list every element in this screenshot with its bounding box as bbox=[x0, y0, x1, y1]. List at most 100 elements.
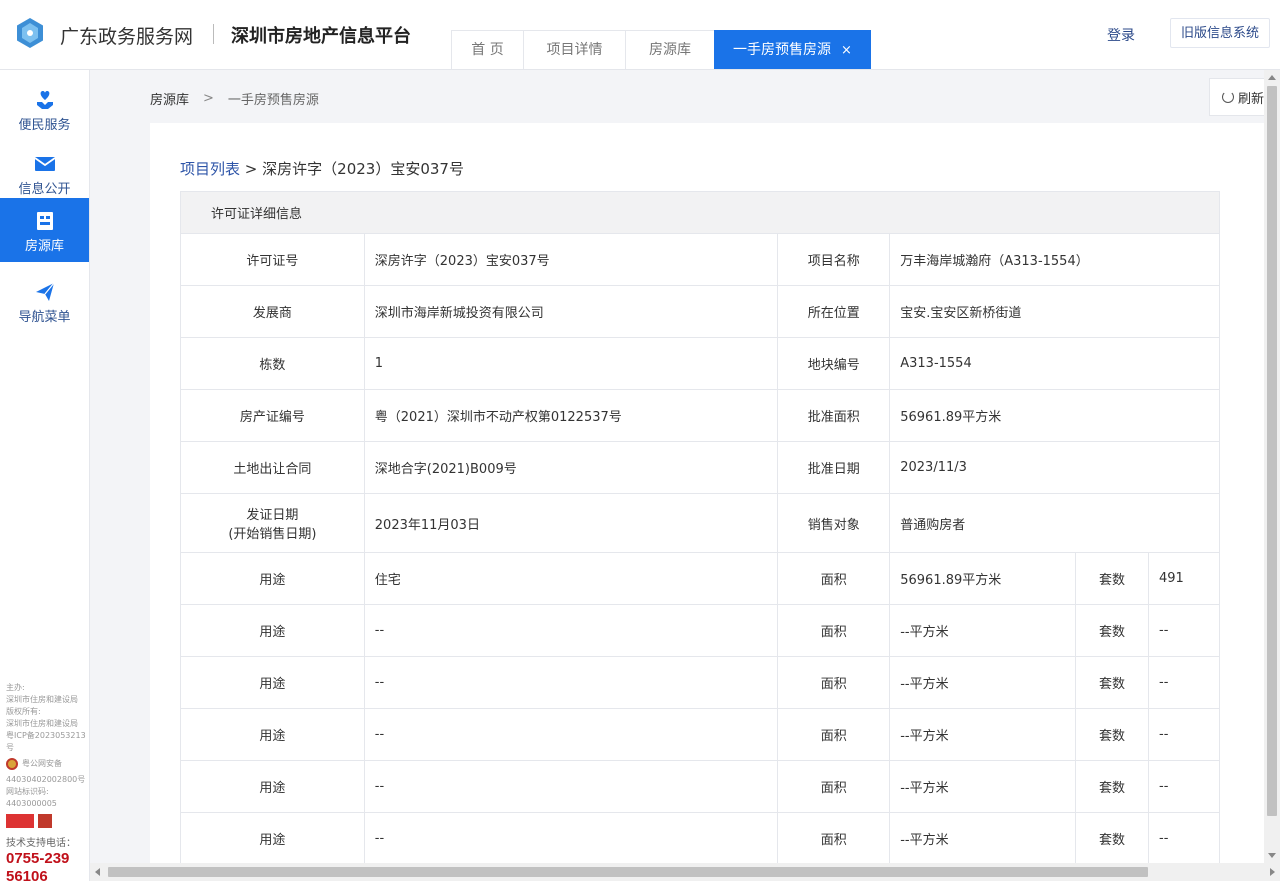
field-value: --平方米 bbox=[889, 604, 1077, 657]
field-label: 用途 bbox=[180, 604, 365, 657]
vertical-scroll-thumb[interactable] bbox=[1267, 86, 1277, 816]
field-value: --平方米 bbox=[889, 812, 1077, 865]
footer-line: 4403000005 bbox=[6, 799, 57, 808]
field-label: 面积 bbox=[777, 812, 891, 865]
field-value: -- bbox=[1148, 708, 1220, 761]
field-label: 用途 bbox=[180, 656, 365, 709]
field-value: -- bbox=[363, 812, 779, 865]
field-label: 栋数 bbox=[180, 337, 365, 390]
field-label: 面积 bbox=[777, 604, 891, 657]
sidebar-item-label: 便民服务 bbox=[18, 118, 71, 133]
usage-row: 用途 -- 面积 --平方米 套数 -- bbox=[180, 708, 1220, 761]
permit-title: 深房许字（2023）宝安037号 bbox=[262, 160, 464, 178]
usage-row: 用途 -- 面积 --平方米 套数 -- bbox=[180, 760, 1220, 813]
tab-listing-library[interactable]: 房源库 bbox=[625, 30, 715, 69]
scroll-right-arrow-icon[interactable] bbox=[1270, 868, 1275, 876]
sidebar-footer: 主办: 深圳市住房和建设局 版权所有: 深圳市住房和建设局 粤ICP备20230… bbox=[6, 682, 90, 881]
horizontal-scroll-thumb[interactable] bbox=[108, 867, 1148, 877]
sidebar-item-public-service[interactable]: 便民服务 bbox=[0, 77, 89, 141]
breadcrumb: 房源库 > 一手房预售房源 bbox=[150, 89, 319, 108]
field-value: -- bbox=[1148, 656, 1220, 709]
usage-row: 用途 -- 面积 --平方米 套数 -- bbox=[180, 604, 1220, 657]
mail-icon bbox=[33, 157, 56, 171]
usage-row: 用途 住宅 面积 56961.89平方米 套数 491 bbox=[180, 552, 1220, 605]
sidebar-item-info-disclosure[interactable]: 信息公开 bbox=[0, 141, 89, 205]
field-value: 普通购房者 bbox=[889, 493, 1220, 553]
sidebar-item-label: 信息公开 bbox=[18, 182, 71, 197]
field-label: 地块编号 bbox=[777, 337, 891, 390]
scroll-left-arrow-icon[interactable] bbox=[95, 868, 100, 876]
issue-date-label: 发证日期 bbox=[246, 508, 299, 523]
breadcrumb-root[interactable]: 房源库 bbox=[150, 89, 189, 108]
field-label: 用途 bbox=[180, 552, 365, 605]
sidebar-item-label: 房源库 bbox=[24, 239, 64, 254]
section-title: 许可证详细信息 bbox=[180, 191, 1220, 234]
horizontal-scrollbar[interactable] bbox=[90, 863, 1280, 881]
footer-line: 深圳市住房和建设局 bbox=[6, 719, 78, 728]
scroll-up-arrow-icon[interactable] bbox=[1268, 75, 1276, 80]
detail-breadcrumb-separator: > bbox=[244, 160, 258, 178]
error-report-icon[interactable] bbox=[38, 814, 52, 828]
top-header: 广东政务服务网 深圳市房地产信息平台 首 页 项目详情 房源库 一手房预售房源 ×… bbox=[0, 0, 1280, 70]
scroll-down-arrow-icon[interactable] bbox=[1268, 853, 1276, 858]
field-value: --平方米 bbox=[889, 656, 1077, 709]
field-value: 56961.89平方米 bbox=[889, 552, 1077, 605]
field-value: A313-1554 bbox=[889, 337, 1220, 390]
field-label: 套数 bbox=[1075, 812, 1149, 865]
vertical-scrollbar[interactable] bbox=[1264, 70, 1280, 863]
field-label: 面积 bbox=[777, 760, 891, 813]
field-label: 套数 bbox=[1075, 708, 1149, 761]
field-label: 所在位置 bbox=[777, 285, 891, 338]
field-label: 用途 bbox=[180, 812, 365, 865]
police-emblem-icon bbox=[6, 758, 18, 770]
field-value: -- bbox=[1148, 604, 1220, 657]
detail-breadcrumb: 项目列表 > 深房许字（2023）宝安037号 bbox=[180, 158, 464, 179]
old-system-button[interactable]: 旧版信息系统 bbox=[1170, 18, 1270, 48]
close-icon[interactable]: × bbox=[841, 43, 852, 58]
platform-name[interactable]: 深圳市房地产信息平台 bbox=[231, 22, 411, 48]
footer-line: 深圳市住房和建设局 bbox=[6, 695, 78, 704]
login-link[interactable]: 登录 bbox=[1107, 25, 1135, 45]
table-row: 房产证编号 粤（2021）深圳市不动产权第0122537号 批准面积 56961… bbox=[180, 389, 1220, 442]
gov-site-logo-icon[interactable] bbox=[6, 814, 34, 828]
table-row: 土地出让合同 深地合字(2021)B009号 批准日期 2023/11/3 bbox=[180, 441, 1220, 494]
field-label: 土地出让合同 bbox=[180, 441, 365, 494]
field-value: 深地合字(2021)B009号 bbox=[363, 441, 779, 494]
field-value: -- bbox=[1148, 760, 1220, 813]
field-value: 2023/11/3 bbox=[889, 441, 1220, 494]
sidebar-item-label: 导航菜单 bbox=[18, 310, 71, 325]
footer-line[interactable]: 粤ICP备2023053213号 bbox=[6, 730, 90, 754]
heart-hand-icon bbox=[36, 91, 53, 109]
field-value: 深圳市海岸新城投资有限公司 bbox=[363, 285, 779, 338]
refresh-icon bbox=[1222, 91, 1234, 103]
tab-presale-listings[interactable]: 一手房预售房源 × bbox=[714, 30, 871, 69]
refresh-label: 刷新 bbox=[1238, 91, 1265, 107]
police-badge-row[interactable]: 粤公网安备 bbox=[6, 758, 90, 770]
sidebar-item-nav-menu[interactable]: 导航菜单 bbox=[0, 269, 89, 333]
field-value: 粤（2021）深圳市不动产权第0122537号 bbox=[363, 389, 779, 442]
field-label: 房产证编号 bbox=[180, 389, 365, 442]
table-title-row: 许可证详细信息 bbox=[180, 191, 1220, 234]
field-value: 491 bbox=[1148, 552, 1220, 605]
field-value: 住宅 bbox=[363, 552, 779, 605]
tech-support-label: 技术支持电话： bbox=[6, 838, 76, 849]
breadcrumb-separator: > bbox=[203, 91, 214, 106]
footer-line: 版权所有: bbox=[6, 707, 41, 716]
field-label: 批准面积 bbox=[777, 389, 891, 442]
field-value: -- bbox=[363, 656, 779, 709]
field-label: 套数 bbox=[1075, 760, 1149, 813]
field-value: 万丰海岸城瀚府（A313-1554） bbox=[889, 233, 1220, 286]
project-list-link[interactable]: 项目列表 bbox=[180, 160, 240, 178]
permit-detail-table: 许可证详细信息 许可证号 深房许字（2023）宝安037号 项目名称 万丰海岸城… bbox=[180, 191, 1220, 865]
sidebar-item-listing-library[interactable]: 房源库 bbox=[0, 198, 89, 262]
site-name[interactable]: 广东政务服务网 bbox=[60, 22, 193, 49]
gov-badges bbox=[6, 814, 90, 828]
field-label: 发证日期 (开始销售日期) bbox=[180, 493, 365, 553]
field-label: 项目名称 bbox=[777, 233, 891, 286]
tab-home[interactable]: 首 页 bbox=[451, 30, 524, 69]
field-value: 56961.89平方米 bbox=[889, 389, 1220, 442]
field-value: 深房许字（2023）宝安037号 bbox=[363, 233, 779, 286]
footer-line: 网站标识码: bbox=[6, 787, 49, 796]
tab-project-detail[interactable]: 项目详情 bbox=[523, 30, 626, 69]
usage-row: 用途 -- 面积 --平方米 套数 -- bbox=[180, 656, 1220, 709]
